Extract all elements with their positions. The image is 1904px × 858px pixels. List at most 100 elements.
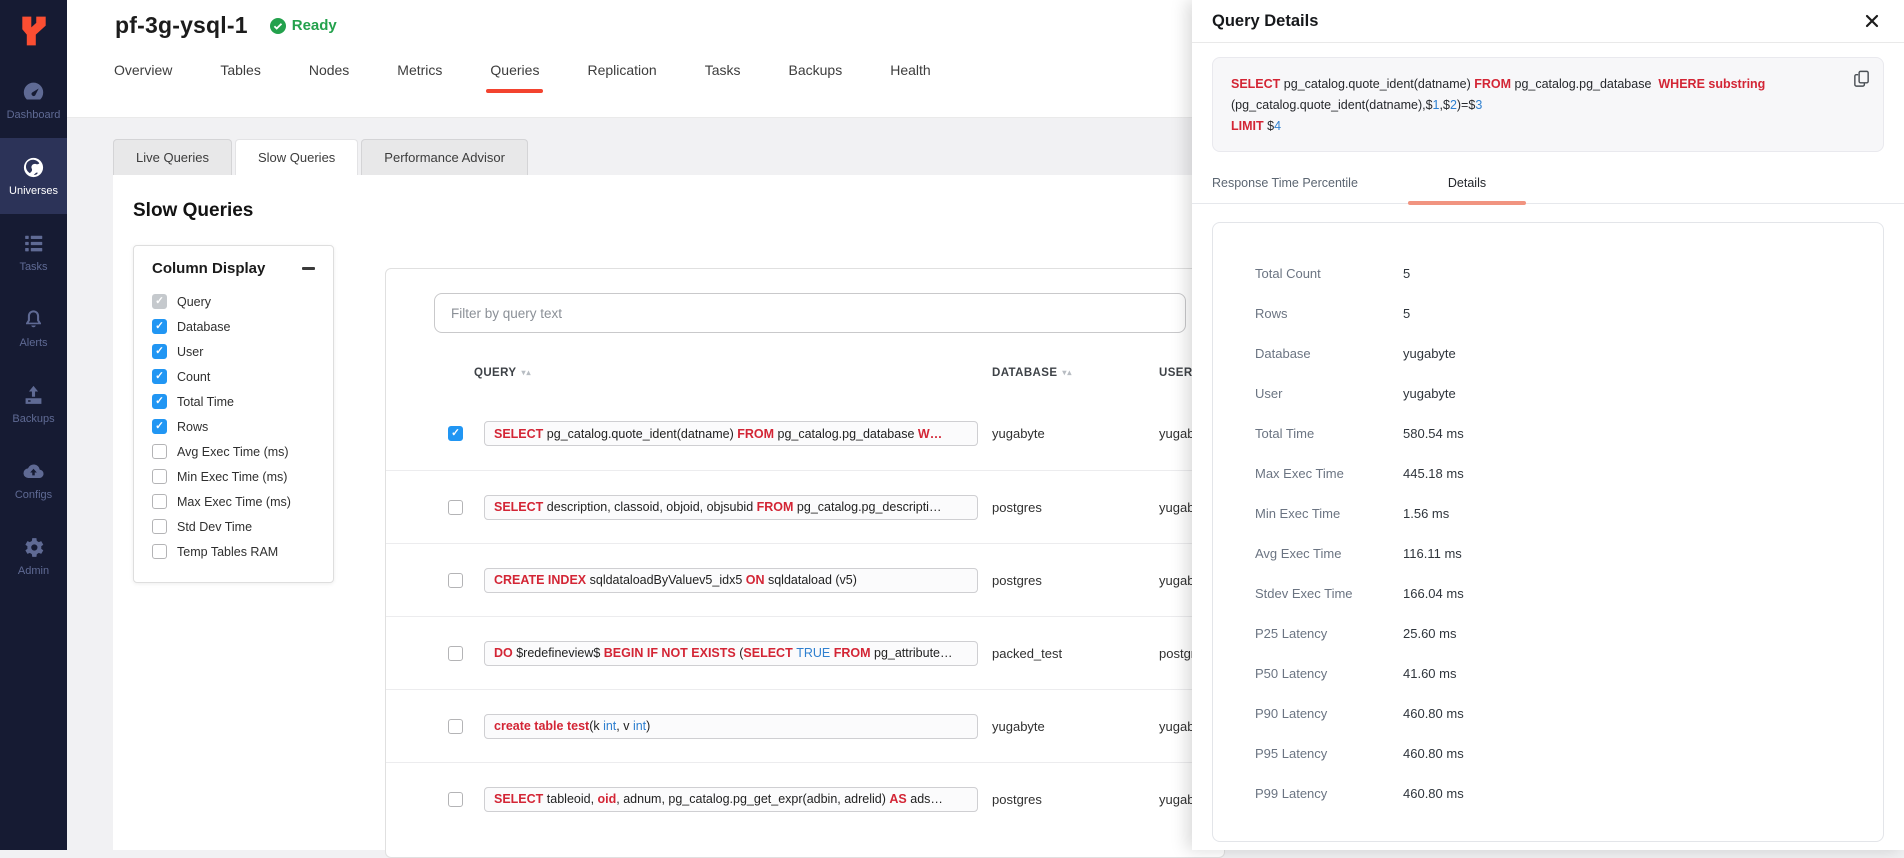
detail-field-p95-latency: P95 Latency 460.80 ms (1255, 733, 1883, 773)
query-cell[interactable]: SELECT tableoid, oid, adnum, pg_catalog.… (484, 787, 978, 812)
detail-field-rows: Rows 5 (1255, 293, 1883, 333)
database-cell: yugabyte (992, 426, 1159, 441)
backups-upload-icon (21, 383, 46, 408)
query-filter-input[interactable] (434, 293, 1186, 333)
sidebar-item-configs[interactable]: Configs (0, 442, 67, 518)
sort-icons[interactable]: ▾▴ (1062, 368, 1072, 377)
column-option-rows[interactable]: Rows (152, 414, 315, 439)
universe-tabs: Overview Tables Nodes Metrics Queries Re… (114, 62, 931, 93)
database-cell: postgres (992, 792, 1159, 807)
detail-field-database: Database yugabyte (1255, 333, 1883, 373)
details-card: Total Count 5 Rows 5 Database yugabyte U… (1212, 222, 1884, 842)
sidebar-item-tasks[interactable]: Tasks (0, 214, 67, 290)
sidebar-item-label: Admin (18, 565, 49, 577)
drawer-tabs: Response Time Percentile Details (1192, 166, 1904, 204)
yugabyte-logo[interactable] (0, 0, 67, 62)
column-option-temp-tables-ram[interactable]: Temp Tables RAM (152, 539, 315, 564)
check-circle-icon (270, 18, 286, 34)
column-option-query[interactable]: Query (152, 289, 315, 314)
detail-field-p90-latency: P90 Latency 460.80 ms (1255, 693, 1883, 733)
column-option-avg-exec-time[interactable]: Avg Exec Time (ms) (152, 439, 315, 464)
tab-metrics[interactable]: Metrics (397, 62, 442, 93)
checkbox (152, 369, 167, 384)
table-row[interactable]: DO $redefineview$ BEGIN IF NOT EXISTS (S… (386, 616, 1224, 689)
row-checkbox[interactable] (448, 426, 463, 441)
column-header-user[interactable]: USER (1159, 367, 1193, 379)
database-cell: postgres (992, 573, 1159, 588)
column-option-std-dev-time[interactable]: Std Dev Time (152, 514, 315, 539)
row-checkbox[interactable] (448, 792, 463, 807)
table-row[interactable]: CREATE INDEX sqldataloadByValuev5_idx5 O… (386, 543, 1224, 616)
sidebar-item-dashboard[interactable]: Dashboard (0, 62, 67, 138)
checkbox (152, 294, 167, 309)
subtab-live-queries[interactable]: Live Queries (113, 139, 232, 175)
sidebar-item-backups[interactable]: Backups (0, 366, 67, 442)
query-cell[interactable]: SELECT pg_catalog.quote_ident(datname) F… (484, 421, 978, 446)
row-checkbox[interactable] (448, 646, 463, 661)
sidebar-item-alerts[interactable]: Alerts (0, 290, 67, 366)
column-option-database[interactable]: Database (152, 314, 315, 339)
checkbox (152, 494, 167, 509)
sidebar-item-universes[interactable]: Universes (0, 138, 67, 214)
tab-nodes[interactable]: Nodes (309, 62, 349, 93)
slow-queries-table-card: QUERY▾▴ DATABASE▾▴ USER SELECT pg_catalo… (385, 268, 1225, 858)
table-row[interactable]: SELECT tableoid, oid, adnum, pg_catalog.… (386, 762, 1224, 835)
table-header: QUERY▾▴ DATABASE▾▴ USER (386, 355, 1224, 397)
sidebar: Dashboard Universes Tasks Alerts Backups (0, 0, 67, 850)
tab-tasks[interactable]: Tasks (705, 62, 741, 93)
sql-line: SELECT pg_catalog.quote_ident(datname) F… (1231, 74, 1839, 95)
detail-field-total-count: Total Count 5 (1255, 253, 1883, 293)
column-option-min-exec-time[interactable]: Min Exec Time (ms) (152, 464, 315, 489)
query-details-drawer: Query Details SELECT pg_catalog.quote_id… (1192, 0, 1904, 850)
database-cell: yugabyte (992, 719, 1159, 734)
checkbox (152, 419, 167, 434)
sql-line: (pg_catalog.quote_ident(datname),$1,$2)=… (1231, 95, 1839, 116)
column-option-total-time[interactable]: Total Time (152, 389, 315, 414)
checkbox (152, 469, 167, 484)
checkbox (152, 544, 167, 559)
column-option-max-exec-time[interactable]: Max Exec Time (ms) (152, 489, 315, 514)
column-option-count[interactable]: Count (152, 364, 315, 389)
tab-response-time-percentile[interactable]: Response Time Percentile (1212, 166, 1408, 203)
column-header-database[interactable]: DATABASE▾▴ (992, 367, 1072, 379)
copy-icon[interactable] (1852, 69, 1871, 95)
tab-queries[interactable]: Queries (490, 62, 539, 93)
row-checkbox[interactable] (448, 500, 463, 515)
sidebar-item-label: Backups (12, 413, 54, 425)
checkbox (152, 394, 167, 409)
yugabyte-logo-icon (16, 13, 52, 49)
page-title: Slow Queries (133, 200, 253, 222)
tab-backups[interactable]: Backups (789, 62, 843, 93)
subtab-performance-advisor[interactable]: Performance Advisor (361, 139, 528, 175)
query-cell[interactable]: create table test(k int, v int) (484, 714, 978, 739)
detail-field-p99-latency: P99 Latency 460.80 ms (1255, 773, 1883, 813)
queries-subtabs: Live Queries Slow Queries Performance Ad… (113, 139, 531, 175)
query-cell[interactable]: SELECT description, classoid, objoid, ob… (484, 495, 978, 520)
table-row[interactable]: create table test(k int, v int) yugabyte… (386, 689, 1224, 762)
column-header-query[interactable]: QUERY▾▴ (474, 367, 532, 379)
table-row[interactable]: SELECT description, classoid, objoid, ob… (386, 470, 1224, 543)
tab-details[interactable]: Details (1408, 166, 1526, 203)
checkbox (152, 319, 167, 334)
column-option-user[interactable]: User (152, 339, 315, 364)
collapse-minus-icon[interactable] (302, 267, 315, 270)
sort-icons[interactable]: ▾▴ (521, 368, 531, 377)
tab-replication[interactable]: Replication (587, 62, 656, 93)
tab-tables[interactable]: Tables (220, 62, 260, 93)
detail-field-avg-exec-time: Avg Exec Time 116.11 ms (1255, 533, 1883, 573)
tab-health[interactable]: Health (890, 62, 930, 93)
subtab-slow-queries[interactable]: Slow Queries (235, 139, 358, 175)
close-icon[interactable] (1862, 11, 1882, 31)
row-checkbox[interactable] (448, 573, 463, 588)
sidebar-item-label: Alerts (19, 337, 47, 349)
table-row[interactable]: SELECT pg_catalog.quote_ident(datname) F… (386, 397, 1224, 470)
query-cell[interactable]: DO $redefineview$ BEGIN IF NOT EXISTS (S… (484, 641, 978, 666)
tab-overview[interactable]: Overview (114, 62, 172, 93)
admin-gear-icon (21, 535, 46, 560)
dashboard-gauge-icon (21, 79, 46, 104)
row-checkbox[interactable] (448, 719, 463, 734)
sidebar-item-admin[interactable]: Admin (0, 518, 67, 594)
detail-field-total-time: Total Time 580.54 ms (1255, 413, 1883, 453)
status-badge: Ready (270, 17, 337, 34)
query-cell[interactable]: CREATE INDEX sqldataloadByValuev5_idx5 O… (484, 568, 978, 593)
